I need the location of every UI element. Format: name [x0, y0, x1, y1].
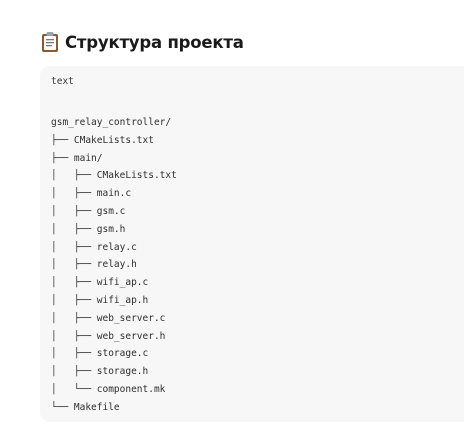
- code-line: │ ├── relay.c: [51, 241, 137, 253]
- code-line: ├── CMakeLists.txt: [51, 134, 154, 146]
- code-line: gsm_relay_controller/: [51, 117, 172, 128]
- code-line: │ ├── web_server.c: [51, 312, 166, 324]
- code-block: text gsm_relay_controller/ ├── CMakeLists…: [40, 66, 464, 422]
- clipboard-icon: [42, 32, 58, 52]
- code-line: │ ├── main.c: [51, 188, 132, 200]
- code-line: │ ├── wifi_ap.h: [51, 294, 149, 306]
- code-line: │ ├── relay.h: [51, 259, 137, 271]
- code-line: │ ├── gsm.h: [51, 223, 126, 235]
- code-language-label: text: [51, 76, 74, 87]
- code-line: │ ├── storage.c: [51, 348, 149, 360]
- code-line: │ ├── gsm.c: [51, 205, 126, 217]
- code-line: │ ├── wifi_ap.c: [51, 277, 149, 289]
- code-line: │ ├── storage.h: [51, 366, 149, 378]
- code-line: │ ├── web_server.h: [51, 330, 166, 342]
- page-title: Структура проекта: [65, 32, 244, 52]
- code-line: │ └── component.mk: [51, 383, 166, 395]
- code-content: gsm_relay_controller/ ├── CMakeLists.txt ├…: [51, 114, 177, 417]
- code-line: │ ├── CMakeLists.txt: [51, 170, 177, 182]
- code-line: └── Makefile: [51, 401, 120, 413]
- section-heading: Структура проекта: [40, 30, 244, 54]
- code-line: ├── main/: [51, 152, 103, 164]
